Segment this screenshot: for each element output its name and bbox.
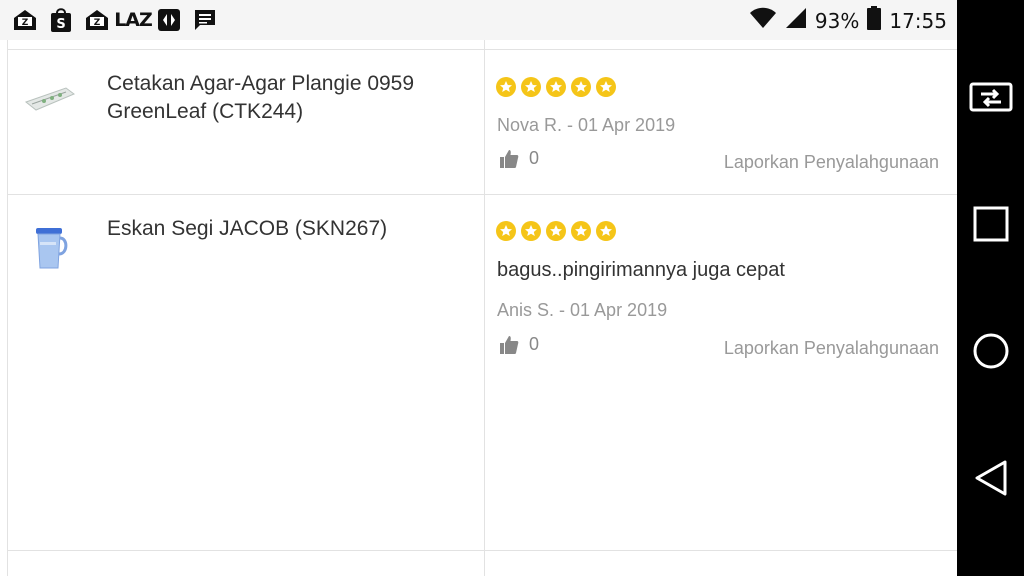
- recent-apps-button[interactable]: [957, 194, 1024, 254]
- review-author-date: Anis S. - 01 Apr 2019: [497, 300, 668, 320]
- product-thumbnail[interactable]: [22, 72, 78, 128]
- review-row: [7, 550, 957, 576]
- home-icon: [973, 333, 1008, 369]
- battery-icon: [867, 6, 882, 35]
- star-rating: [496, 221, 616, 241]
- wifi-icon: [749, 7, 777, 34]
- clock: 17:55: [889, 8, 947, 33]
- screen-mirror-icon: [969, 82, 1012, 112]
- product-name[interactable]: Cetakan Agar-Agar Plangie 0959 GreenLeaf…: [107, 70, 457, 126]
- star-icon: [571, 221, 591, 241]
- status-bar: Z S Z LAZ 93% 17:55: [0, 0, 957, 40]
- star-icon: [596, 77, 616, 97]
- back-button[interactable]: [957, 448, 1024, 508]
- star-rating: [496, 77, 616, 97]
- product-name[interactable]: Eskan Segi JACOB (SKN267): [107, 215, 457, 243]
- message-icon: [192, 7, 218, 33]
- report-abuse-link[interactable]: Laporkan Penyalahgunaan: [724, 338, 939, 359]
- like-button[interactable]: 0: [499, 334, 539, 355]
- star-icon: [521, 77, 541, 97]
- report-abuse-link[interactable]: Laporkan Penyalahgunaan: [724, 152, 939, 173]
- star-icon: [546, 77, 566, 97]
- app-icon: [156, 7, 182, 33]
- like-count: 0: [529, 334, 540, 354]
- screen-mirror-button[interactable]: [957, 67, 1024, 127]
- star-icon: [571, 77, 591, 97]
- svg-text:S: S: [56, 17, 65, 32]
- svg-text:Z: Z: [94, 18, 101, 28]
- star-icon: [546, 221, 566, 241]
- recent-apps-icon: [973, 206, 1008, 242]
- back-icon: [975, 460, 1006, 496]
- review-text: bagus..pingirimannya juga cepat: [497, 259, 785, 281]
- system-status: 93% 17:55: [749, 6, 947, 35]
- star-icon: [521, 221, 541, 241]
- battery-percent: 93%: [814, 8, 860, 33]
- star-icon: [596, 221, 616, 241]
- home-button[interactable]: [957, 321, 1024, 381]
- like-count: 0: [529, 148, 540, 168]
- review-row: [7, 194, 957, 550]
- signal-icon: [785, 7, 807, 34]
- shopee-icon: S: [48, 7, 74, 33]
- notification-icons: Z S Z LAZ: [12, 7, 218, 33]
- navigation-bar: [957, 0, 1024, 576]
- thumbs-up-icon: [500, 149, 519, 168]
- review-list: Cetakan Agar-Agar Plangie 0959 GreenLeaf…: [0, 40, 957, 576]
- svg-text:Z: Z: [22, 18, 29, 28]
- mail-icon: Z: [84, 7, 110, 33]
- product-thumbnail[interactable]: [22, 220, 78, 276]
- thumbs-up-icon: [500, 335, 519, 354]
- review-author-date: Nova R. - 01 Apr 2019: [497, 115, 676, 135]
- star-icon: [496, 221, 516, 241]
- star-icon: [496, 77, 516, 97]
- like-button[interactable]: 0: [499, 148, 539, 169]
- mail-icon: Z: [12, 7, 38, 33]
- lazada-icon: LAZ: [114, 9, 153, 31]
